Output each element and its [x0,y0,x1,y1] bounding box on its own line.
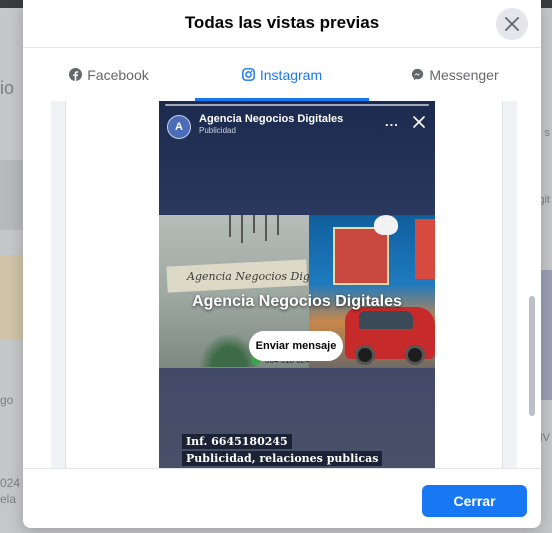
wheel-graphic [405,345,425,365]
billboard-graphic [415,219,435,279]
story-sponsored-label: Publicidad [199,126,236,135]
car-window-graphic [359,311,413,329]
background-text: go [0,393,14,407]
background-text: 024 [0,476,21,490]
background-text: s [544,127,551,139]
lamp-graphic [241,215,243,243]
dialog-header: Todas las vistas previas [23,0,541,48]
billboard-graphic [333,227,389,285]
tab-label: Messenger [429,66,499,83]
more-options-icon[interactable]: ... [385,114,399,129]
avatar: A [167,115,191,139]
story-caption-line: Inf. 6645180245 [182,434,292,449]
background-text: ela [0,492,17,506]
facebook-icon [69,68,83,81]
instagram-story-preview: A Agencia Negocios Digitales Publicidad … [159,101,435,468]
all-previews-dialog: Todas las vistas previas Facebook Instag… [23,0,541,528]
story-headline: Agencia Negocios Digitales [192,293,402,310]
lamp-graphic [229,215,231,237]
tab-label: Facebook [87,66,149,83]
preview-area[interactable]: A Agencia Negocios Digitales Publicidad … [51,101,517,468]
tab-instagram[interactable]: Instagram [195,48,369,101]
lamp-graphic [253,215,255,233]
background-heading: io [0,78,15,98]
dialog-title: Todas las vistas previas [184,13,380,32]
send-message-button[interactable]: Enviar mensaje [249,331,343,361]
close-dialog-button[interactable] [496,8,528,40]
placement-tabs: Facebook Instagram Messenger [23,48,541,101]
lamp-graphic [277,215,279,235]
close-icon [505,17,519,31]
wheel-graphic [355,345,375,365]
background-card [0,255,24,340]
instagram-icon [241,68,255,81]
lamp-graphic [265,215,267,241]
story-caption-line: Publicidad, relaciones publicas [182,451,383,466]
background-card [0,160,24,230]
close-button[interactable]: Cerrar [422,485,527,517]
dialog-footer: Cerrar [23,468,541,528]
close-icon[interactable] [412,115,426,129]
messenger-icon [412,68,424,81]
story-page-name: Agencia Negocios Digitales [199,113,344,125]
tab-messenger[interactable]: Messenger [369,48,541,101]
tab-facebook[interactable]: Facebook [23,48,195,101]
tab-label: Instagram [259,66,323,83]
story-progress-bar [165,104,429,106]
scrollbar[interactable] [529,296,535,416]
bird-graphic [374,215,398,235]
preview-frame: A Agencia Negocios Digitales Publicidad … [65,101,503,468]
